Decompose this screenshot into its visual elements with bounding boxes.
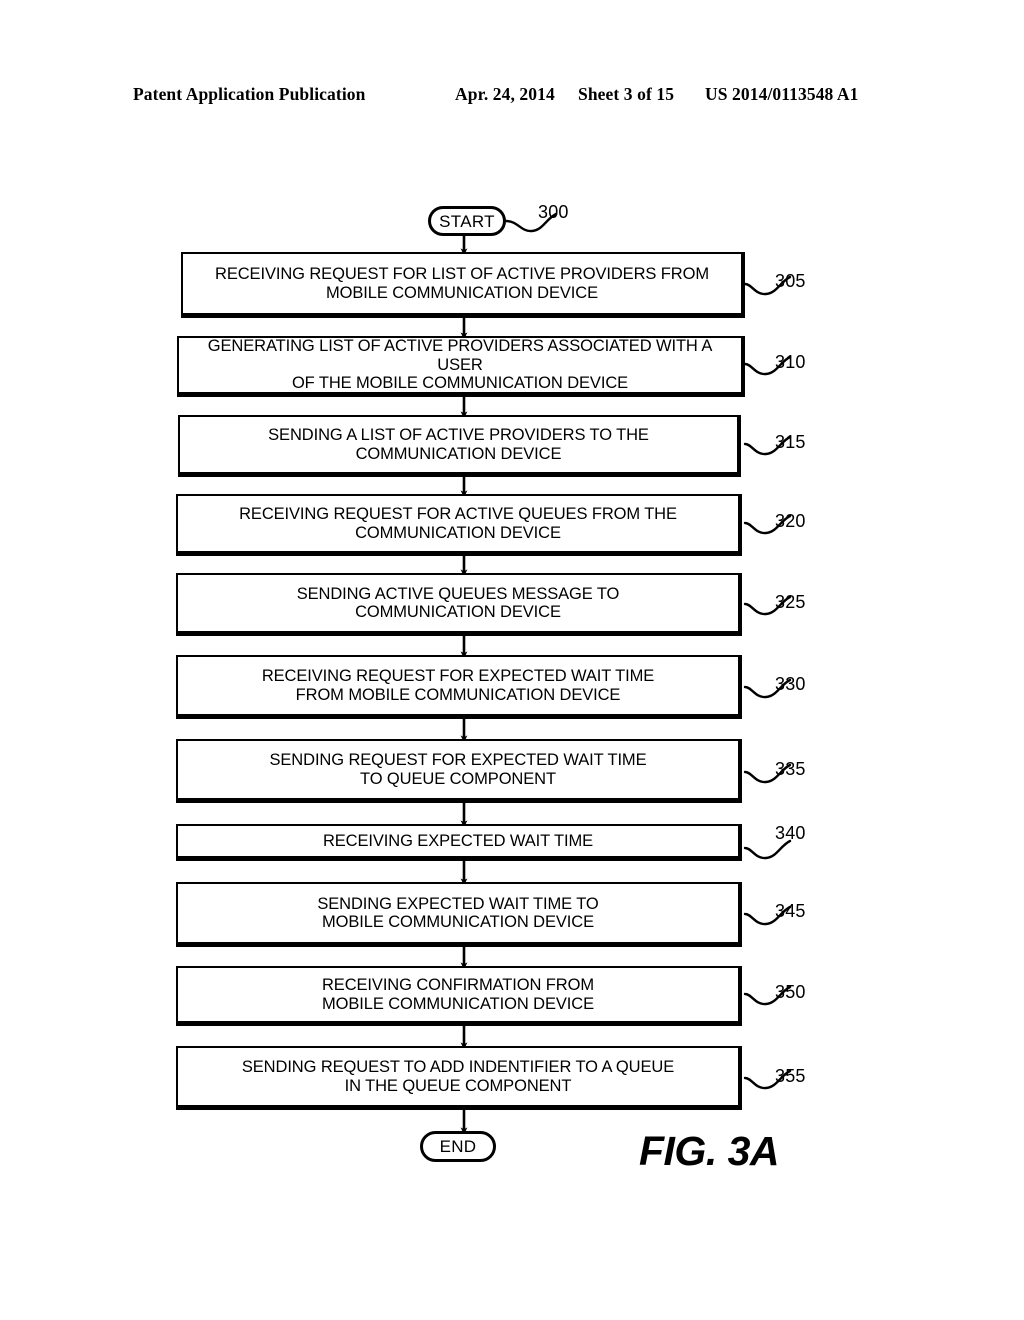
process-box-345[interactable]: SENDING EXPECTED WAIT TIME TO MOBILE COM… bbox=[176, 882, 742, 947]
process-box-305[interactable]: RECEIVING REQUEST FOR LIST OF ACTIVE PRO… bbox=[181, 252, 745, 318]
process-box-330[interactable]: RECEIVING REQUEST FOR EXPECTED WAIT TIME… bbox=[176, 655, 742, 719]
reference-numeral-350: 350 bbox=[775, 982, 806, 1002]
reference-numeral-310: 310 bbox=[775, 352, 806, 372]
process-box-355[interactable]: SENDING REQUEST TO ADD INDENTIFIER TO A … bbox=[176, 1046, 742, 1110]
process-box-320[interactable]: RECEIVING REQUEST FOR ACTIVE QUEUES FROM… bbox=[176, 494, 742, 556]
process-box-355-text: SENDING REQUEST TO ADD INDENTIFIER TO A … bbox=[241, 1058, 675, 1095]
process-box-315[interactable]: SENDING A LIST OF ACTIVE PROVIDERS TO TH… bbox=[178, 415, 741, 477]
process-box-320-text: RECEIVING REQUEST FOR ACTIVE QUEUES FROM… bbox=[239, 505, 677, 542]
reference-numeral-330: 330 bbox=[775, 674, 806, 694]
start-terminator-label: START bbox=[439, 211, 495, 231]
process-box-330-text: RECEIVING REQUEST FOR EXPECTED WAIT TIME… bbox=[261, 667, 655, 704]
process-box-310[interactable]: GENERATING LIST OF ACTIVE PROVIDERS ASSO… bbox=[177, 336, 745, 397]
reference-numeral-320: 320 bbox=[775, 511, 806, 531]
reference-numeral-325: 325 bbox=[775, 592, 806, 612]
reference-numeral-305: 305 bbox=[775, 271, 806, 291]
reference-numeral-315: 315 bbox=[775, 432, 806, 452]
process-box-315-text: SENDING A LIST OF ACTIVE PROVIDERS TO TH… bbox=[268, 426, 649, 463]
process-box-345-text: SENDING EXPECTED WAIT TIME TO MOBILE COM… bbox=[317, 894, 599, 931]
process-box-310-text: GENERATING LIST OF ACTIVE PROVIDERS ASSO… bbox=[207, 337, 713, 393]
end-terminator[interactable]: END bbox=[420, 1131, 496, 1162]
process-box-350[interactable]: RECEIVING CONFIRMATION FROM MOBILE COMMU… bbox=[176, 966, 742, 1026]
process-box-335-text: SENDING REQUEST FOR EXPECTED WAIT TIME T… bbox=[269, 751, 647, 788]
flowchart-figure: START 300 RECEIVING REQUEST FOR LIST OF … bbox=[0, 0, 1024, 1320]
end-terminator-label: END bbox=[439, 1137, 477, 1156]
reference-numeral-345: 345 bbox=[775, 901, 806, 921]
reference-numeral-335: 335 bbox=[775, 759, 806, 779]
start-terminator[interactable]: START bbox=[428, 206, 506, 236]
process-box-305-text: RECEIVING REQUEST FOR LIST OF ACTIVE PRO… bbox=[215, 265, 709, 302]
process-box-340[interactable]: RECEIVING EXPECTED WAIT TIME bbox=[176, 824, 742, 861]
process-box-325-text: SENDING ACTIVE QUEUES MESSAGE TO COMMUNI… bbox=[296, 584, 620, 621]
process-box-335[interactable]: SENDING REQUEST FOR EXPECTED WAIT TIME T… bbox=[176, 739, 742, 803]
reference-numeral-355: 355 bbox=[775, 1066, 806, 1086]
reference-numeral-340: 340 bbox=[775, 823, 806, 843]
figure-caption: FIG. 3A bbox=[639, 1128, 780, 1174]
process-box-340-text: RECEIVING EXPECTED WAIT TIME bbox=[322, 831, 594, 850]
process-box-325[interactable]: SENDING ACTIVE QUEUES MESSAGE TO COMMUNI… bbox=[176, 573, 742, 636]
process-box-350-text: RECEIVING CONFIRMATION FROM MOBILE COMMU… bbox=[321, 976, 594, 1013]
reference-numeral-300: 300 bbox=[538, 202, 569, 222]
